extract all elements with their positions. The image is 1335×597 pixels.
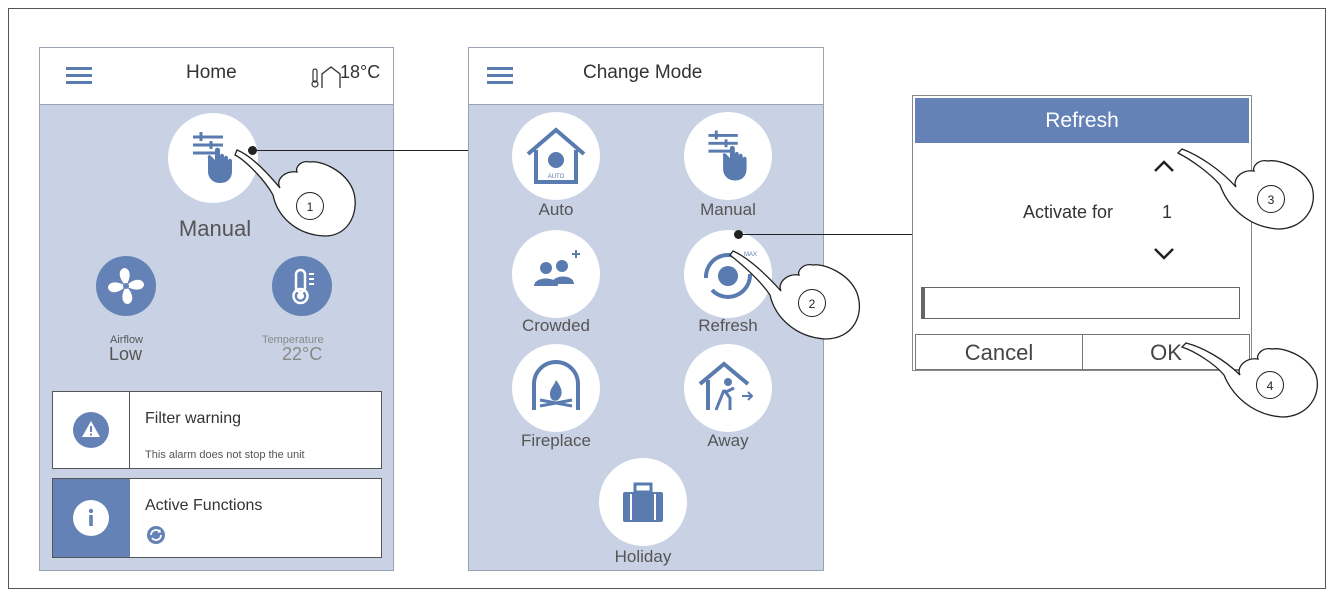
manual-hand-icon [708, 130, 747, 181]
menu-icon[interactable] [66, 67, 92, 85]
suitcase-icon [623, 482, 663, 522]
chevron-down-icon[interactable] [1152, 246, 1176, 262]
callout-1: 1 [296, 192, 324, 220]
active-functions-title: Active Functions [145, 497, 263, 514]
progress-bar-fill [922, 288, 925, 318]
callout-4: 4 [1256, 371, 1284, 399]
page-title: Home [186, 62, 237, 83]
info-icon-cell [53, 479, 130, 557]
airflow-value: Low [109, 344, 143, 364]
callout-2: 2 [798, 289, 826, 317]
mode-manual-button[interactable] [684, 112, 772, 200]
mode-auto-label: Auto [538, 200, 574, 219]
active-functions-card[interactable]: Active Functions [52, 478, 382, 558]
menu-icon[interactable] [487, 67, 513, 85]
temperature-button[interactable] [272, 256, 332, 316]
airflow-button[interactable] [96, 256, 156, 316]
temperature-value: 22°C [282, 344, 323, 364]
mode-holiday-button[interactable] [599, 458, 687, 546]
auto-badge: AUTO [548, 174, 565, 180]
home-topbar: Home 18°C [40, 48, 393, 105]
filter-warning-title: Filter warning [145, 410, 242, 427]
mode-crowded-label: Crowded [521, 316, 591, 335]
change-mode-topbar: Change Mode [469, 48, 823, 105]
fan-icon [108, 268, 144, 304]
filter-warning-subtitle: This alarm does not stop the unit [145, 449, 305, 461]
mode-away-button[interactable] [684, 344, 772, 432]
callout-3: 3 [1257, 185, 1285, 213]
mode-auto-button[interactable]: AUTO [512, 112, 600, 200]
progress-bar [921, 287, 1240, 319]
crowded-people-icon [534, 250, 580, 286]
filter-warning-card[interactable]: Filter warning This alarm does not stop … [52, 391, 382, 469]
warning-icon [73, 412, 109, 448]
thermometer-icon [292, 268, 314, 305]
activate-for-value[interactable]: 1 [1162, 202, 1172, 223]
mode-fireplace-button[interactable] [512, 344, 600, 432]
dialog-title: Refresh [915, 98, 1249, 143]
mode-away-label: Away [707, 431, 749, 450]
connector-line-2 [738, 234, 912, 235]
outdoor-temperature: 18°C [340, 62, 381, 82]
activate-for-label: Activate for [1023, 202, 1114, 222]
mode-manual-label: Manual [700, 200, 756, 219]
refresh-function-icon [147, 526, 165, 544]
pointing-hand-illustration-4 [1180, 342, 1318, 418]
home-screen: Home 18°C Manual Airflow Low Temperature… [39, 47, 394, 571]
filter-warning-icon-cell [53, 392, 130, 468]
mode-fireplace-label: Fireplace [521, 431, 591, 450]
cancel-button[interactable]: Cancel [915, 334, 1083, 370]
fireplace-icon [532, 360, 580, 410]
house-thermometer-icon [311, 66, 341, 88]
pointing-hand-illustration-1 [234, 149, 356, 237]
pointing-hand-illustration-3 [1176, 148, 1314, 230]
mode-crowded-button[interactable] [512, 230, 600, 318]
page-title: Change Mode [583, 62, 703, 83]
auto-house-icon: AUTO [526, 127, 586, 184]
away-house-icon [698, 361, 754, 411]
mode-holiday-label: Holiday [614, 547, 672, 566]
info-icon [73, 500, 109, 536]
